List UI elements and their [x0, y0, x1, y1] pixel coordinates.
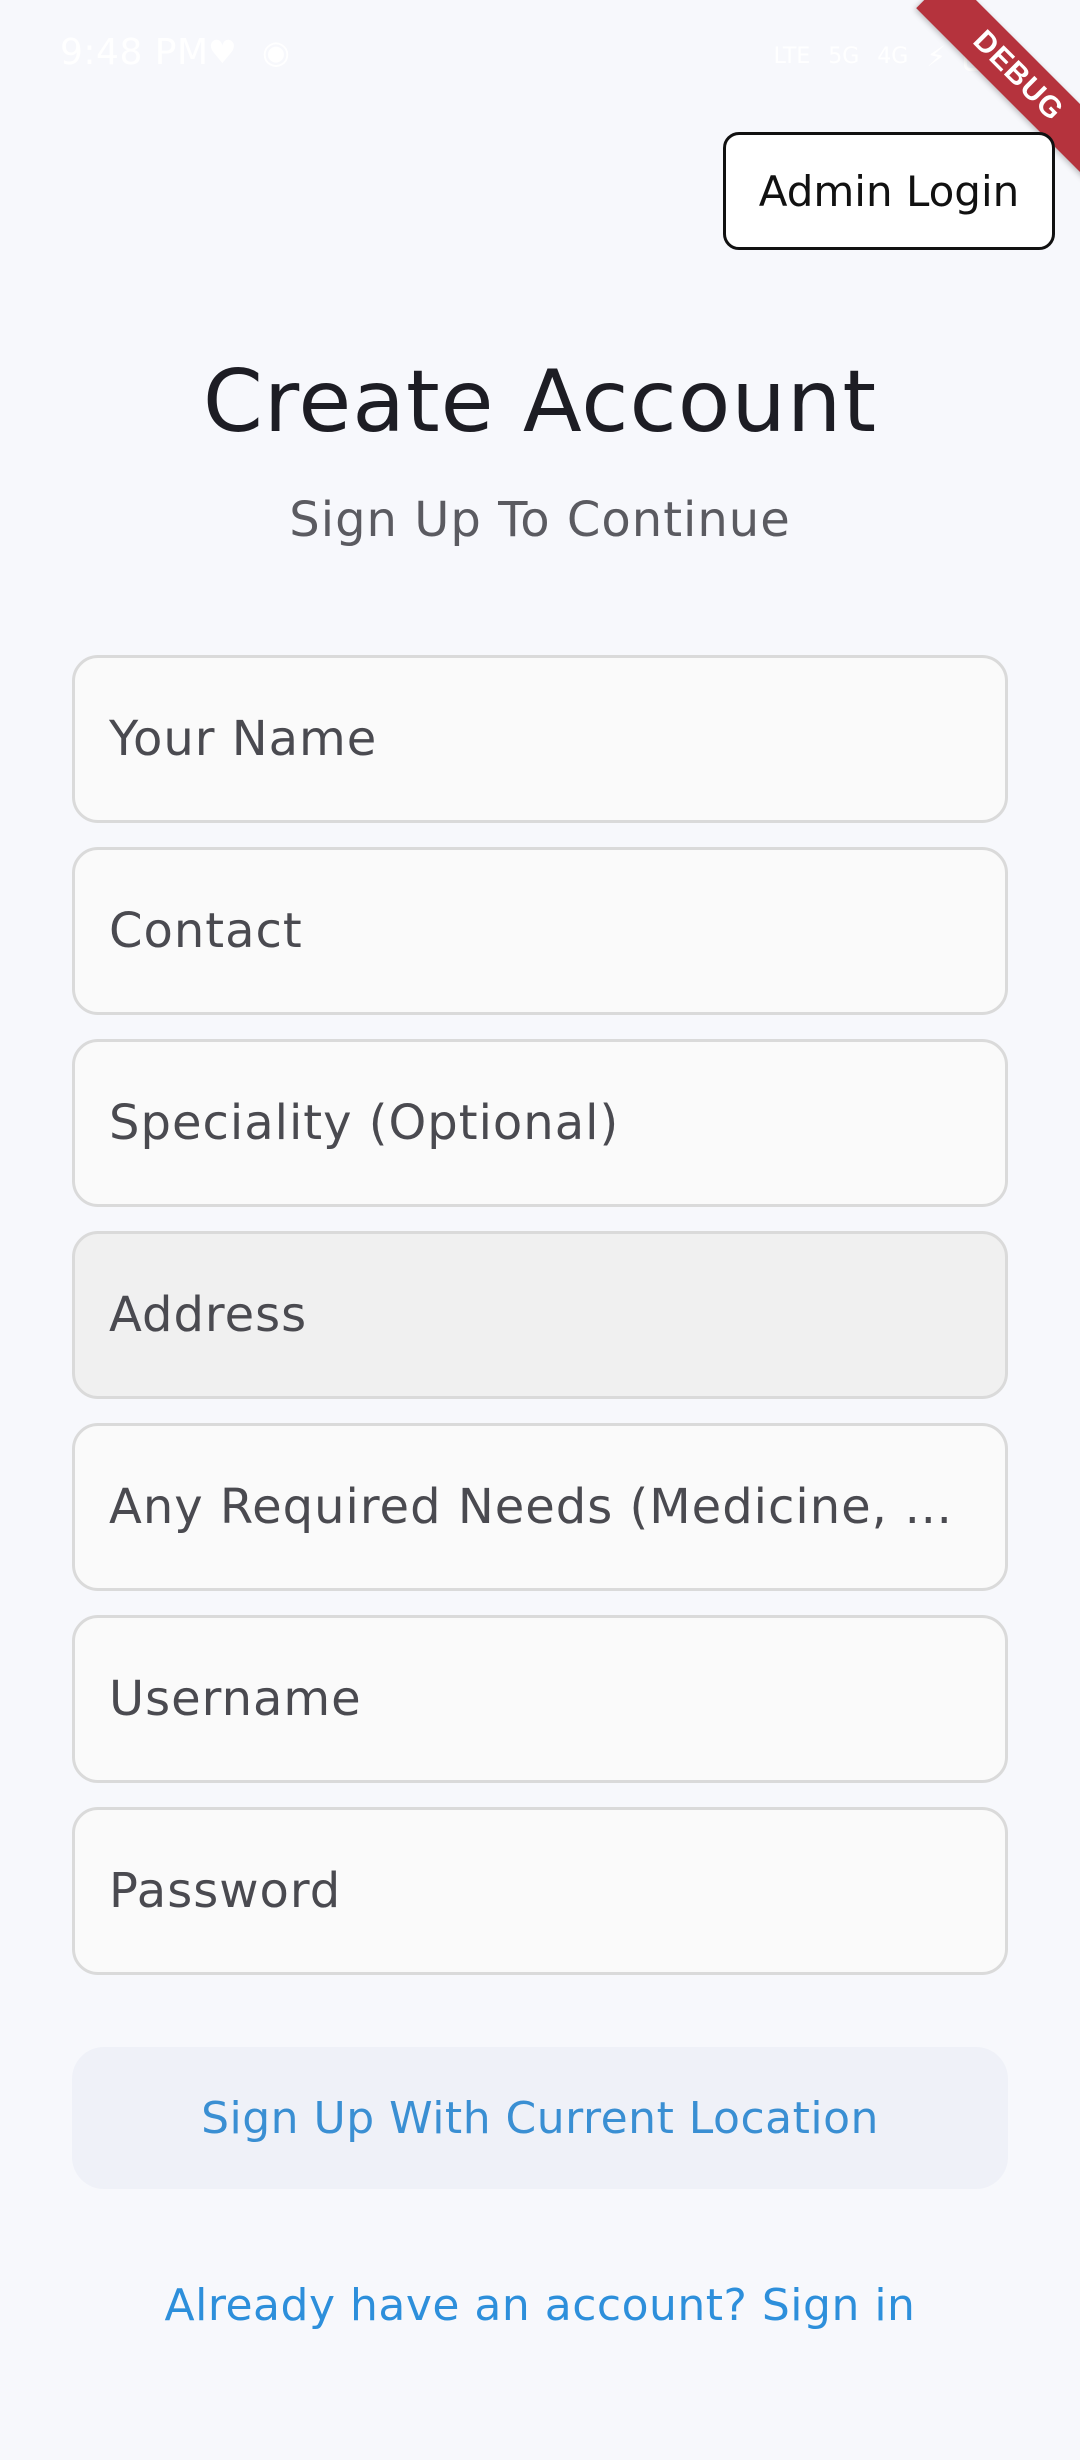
speciality-field[interactable]: [72, 1039, 1008, 1207]
page-subtitle: Sign Up To Continue: [289, 492, 791, 548]
network-label-lte: LTE: [773, 43, 811, 69]
name-input[interactable]: [109, 711, 971, 767]
needs-input[interactable]: [109, 1479, 971, 1535]
address-input[interactable]: [109, 1287, 971, 1343]
username-field[interactable]: [72, 1615, 1008, 1783]
address-field[interactable]: [72, 1231, 1008, 1399]
needs-field[interactable]: [72, 1423, 1008, 1591]
network-label-4g: 4G: [877, 43, 909, 69]
status-time: 9:48 PM: [60, 32, 209, 73]
heart-icon: ♥: [208, 33, 237, 71]
sign-in-link[interactable]: Already have an account? Sign in: [0, 2280, 1080, 2331]
charging-icon: ⚡: [926, 39, 946, 73]
notification-circle-icon: ◉: [262, 33, 290, 71]
sign-up-with-location-button[interactable]: Sign Up With Current Location: [72, 2047, 1008, 2189]
speciality-input[interactable]: [109, 1095, 971, 1151]
password-field[interactable]: [72, 1807, 1008, 1975]
name-field[interactable]: [72, 655, 1008, 823]
contact-field[interactable]: [72, 847, 1008, 1015]
contact-input[interactable]: [109, 903, 971, 959]
password-input[interactable]: [109, 1863, 971, 1919]
admin-login-button[interactable]: Admin Login: [723, 132, 1055, 250]
status-bar: 9:48 PM ♥ ◉ LTE 5G 4G ⚡: [0, 0, 1080, 110]
network-label-5g: 5G: [828, 43, 860, 69]
username-input[interactable]: [109, 1671, 971, 1727]
page-title: Create Account: [202, 352, 878, 452]
